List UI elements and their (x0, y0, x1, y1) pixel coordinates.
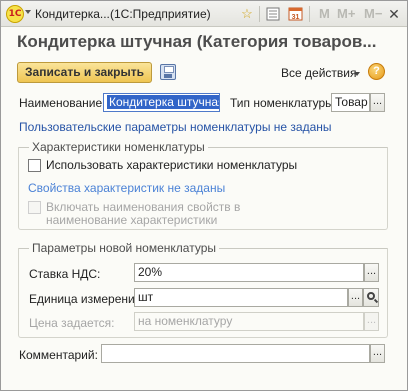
toolbar-divider (309, 6, 310, 22)
page-title: Кондитерка штучная (Категория товаров... (17, 32, 377, 51)
use-characteristics-checkbox[interactable] (28, 159, 41, 172)
all-actions-menu[interactable]: Все действия (281, 66, 356, 80)
unit-label: Единица измерения: (29, 292, 145, 306)
app-name: (1С:Предприятие) (110, 7, 211, 21)
vat-rate-label: Ставка НДС: (29, 267, 101, 281)
help-icon[interactable]: ? (368, 63, 385, 80)
comment-select-button[interactable]: ... (370, 344, 385, 363)
memory-button-m-plus[interactable]: M+ (337, 6, 355, 21)
window-title: Кондитерка... (35, 7, 110, 21)
comment-field[interactable] (101, 344, 370, 363)
comment-label: Комментарий: (19, 348, 98, 362)
include-names-checkbox[interactable] (28, 201, 41, 214)
item-type-select-button[interactable]: ... (370, 93, 385, 112)
item-type-field[interactable]: Товар (331, 93, 370, 112)
price-set-field[interactable]: на номенклатуру (134, 312, 364, 331)
unit-search-button[interactable] (363, 288, 379, 307)
vat-rate-select-button[interactable]: ... (364, 263, 379, 282)
app-logo-icon[interactable]: 1С (6, 5, 24, 23)
price-set-select-button[interactable]: ... (364, 312, 379, 331)
memory-button-m[interactable]: M (319, 6, 330, 21)
unit-field[interactable]: шт (134, 288, 348, 307)
title-bar: 1С Кондитерка... (1С:Предприятие) ☆ 31 M… (1, 1, 407, 27)
memory-button-m-minus[interactable]: M− (364, 6, 382, 21)
use-characteristics-label[interactable]: Использовать характеристики номенклатуры (46, 158, 297, 172)
new-item-params-group-title: Параметры новой номенклатуры (29, 241, 219, 255)
chevron-down-icon[interactable] (354, 72, 360, 76)
include-names-label: Включать наименования свойств в наименов… (46, 200, 241, 227)
custom-params-link[interactable]: Пользовательские параметры номенклатуры … (19, 120, 332, 134)
chevron-down-icon[interactable] (25, 10, 31, 14)
item-type-label: Тип номенклатуры: (230, 96, 338, 110)
unit-select-button[interactable]: ... (348, 288, 363, 307)
save-and-close-button[interactable]: Записать и закрыть (17, 62, 152, 83)
calendar-day-label: 31 (291, 14, 299, 21)
vat-rate-field[interactable]: 20% (134, 263, 364, 282)
price-set-label: Цена задается: (29, 316, 115, 330)
close-button[interactable]: ✕ (385, 5, 403, 23)
toolbar-divider (259, 6, 260, 22)
calendar-list-icon[interactable] (264, 5, 282, 23)
name-value: Кондитерка штучная (107, 95, 219, 109)
calendar-31-icon[interactable]: 31 (286, 5, 304, 23)
save-icon[interactable] (160, 64, 176, 80)
characteristics-group-title: Характеристики номенклатуры (29, 140, 208, 154)
name-label: Наименование: (19, 96, 106, 110)
properties-link[interactable]: Свойства характеристик не заданы (28, 181, 225, 195)
form-window: 1С Кондитерка... (1С:Предприятие) ☆ 31 M… (0, 0, 408, 391)
name-field[interactable]: Кондитерка штучная (103, 93, 220, 112)
star-icon[interactable]: ☆ (238, 5, 256, 23)
